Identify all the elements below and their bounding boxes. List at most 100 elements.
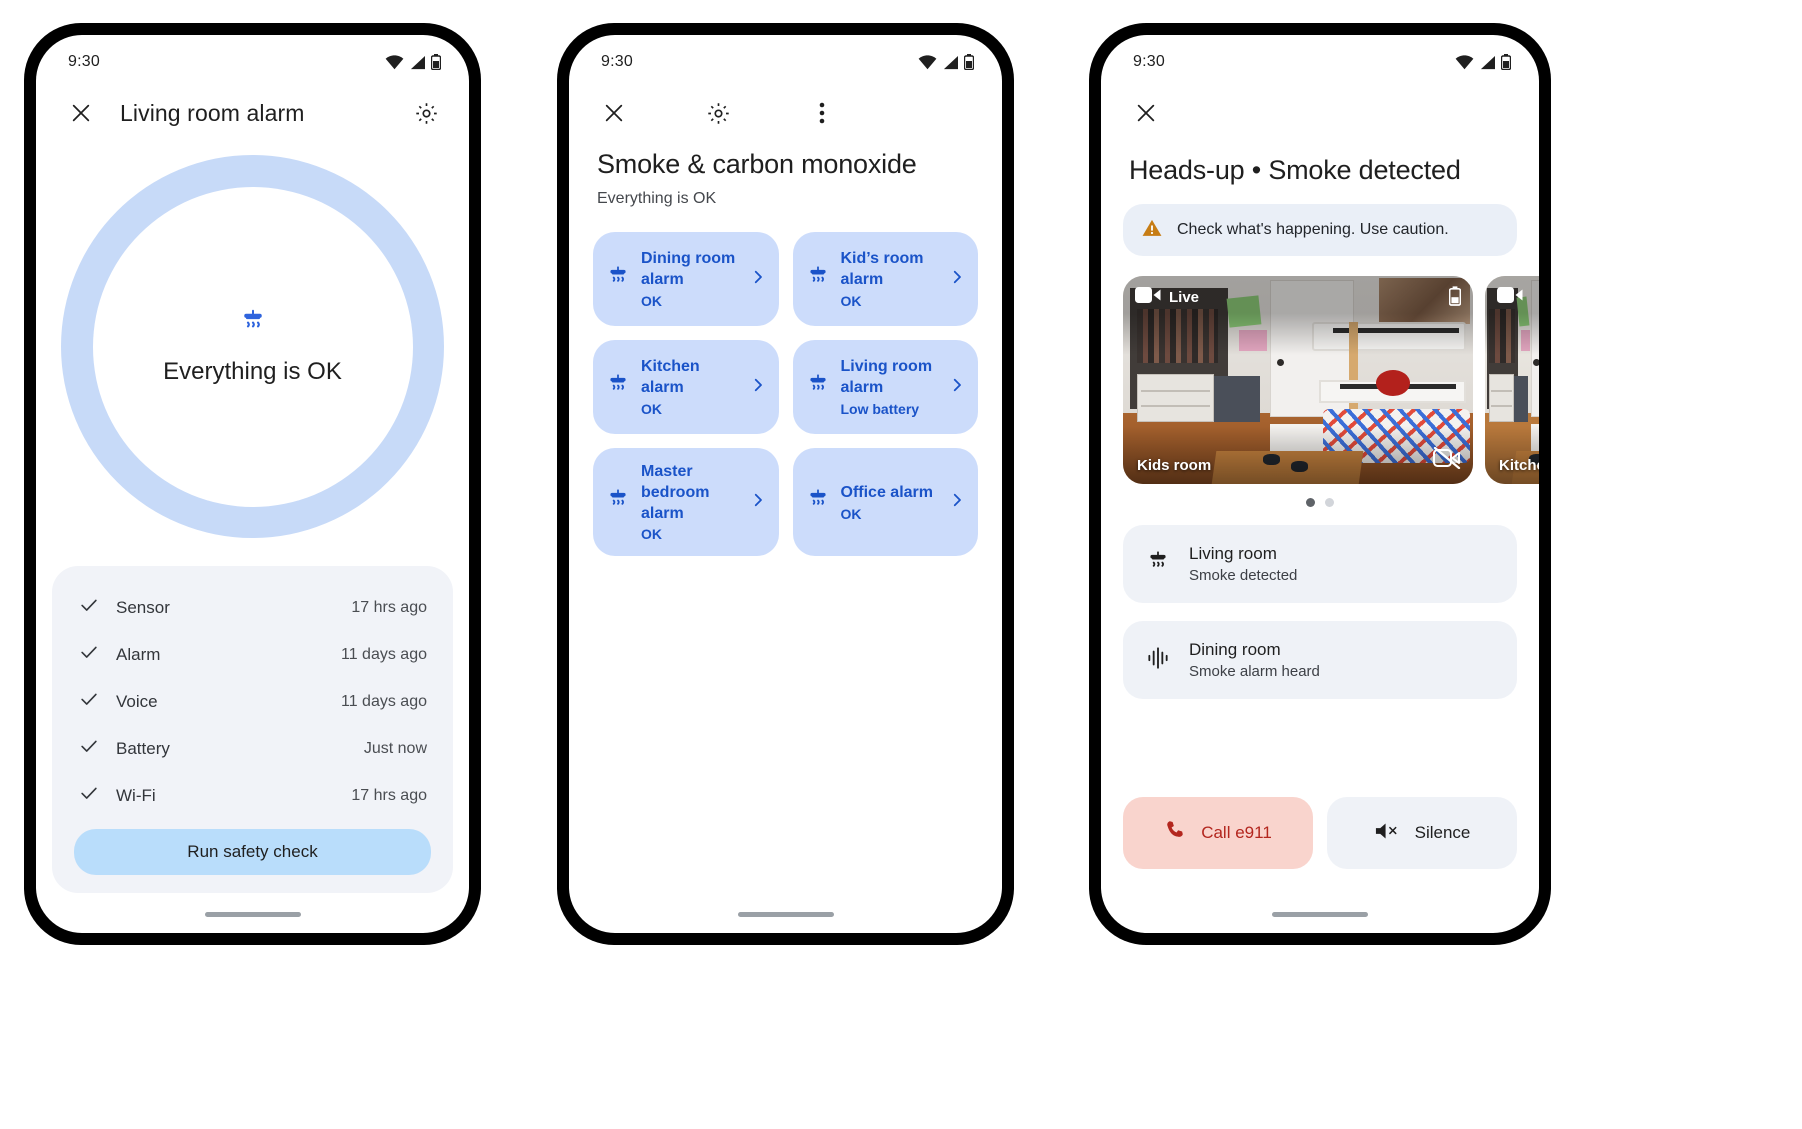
page-title: Smoke & carbon monoxide [597,149,917,179]
status-row: Alarm 11 days ago [66,631,439,678]
device-row-title: Dining room [1189,640,1281,659]
carousel-dots[interactable] [1101,498,1539,507]
chevron-right-icon [948,491,966,514]
page-title: Heads-up • Smoke detected [1129,155,1461,185]
status-row-time: 11 days ago [341,645,427,663]
cell-signal-icon [410,55,425,69]
camera-tile[interactable]: Live Kids room [1123,276,1473,484]
check-icon [78,641,100,668]
alarm-card-name: Master bedroom alarm [641,463,710,522]
battery-icon [964,54,974,70]
status-row-label: Battery [116,738,170,758]
chevron-right-icon [948,268,966,291]
carousel-dot[interactable] [1325,498,1334,507]
device-row-subtitle: Smoke alarm heard [1189,663,1320,680]
video-camera-icon [1497,286,1523,309]
gear-icon[interactable] [701,96,735,130]
check-icon [78,594,100,621]
alarm-card[interactable]: Kid’s room alarm OK [792,232,978,326]
alarm-card-state: Low battery [840,400,920,417]
action-label: Silence [1414,823,1471,842]
smoke-detector-icon [805,264,831,295]
run-safety-check-button[interactable]: Run safety check [74,829,431,875]
status-bar: 9:30 [569,35,1002,79]
camera-name: Kitchen [1499,457,1539,474]
warning-text: Check what's happening. Use caution. [1177,221,1449,238]
alarm-card-name: Living room alarm [840,358,933,396]
carousel-dot[interactable] [1306,498,1315,507]
phone-2-frame: 9:30 Smoke & carbon monoxide Everything … [558,24,1013,944]
status-row-label: Voice [116,691,158,711]
status-bar: 9:30 [1101,35,1539,79]
check-icon [78,782,100,809]
device-row[interactable]: Dining room Smoke alarm heard [1123,621,1517,699]
live-label: Live [1169,289,1200,306]
alarm-card[interactable]: Dining room alarm OK [593,232,779,326]
battery-icon [431,54,441,70]
phone-1-screen: 9:30 Living room alarm Everything is OK … [36,35,469,933]
chevron-right-icon [749,268,767,291]
device-row[interactable]: Living room Smoke detected [1123,525,1517,603]
alarm-card-grid: Dining room alarm OK Kid’s room alarm OK Kit… [569,208,1002,557]
detected-device-list: Living room Smoke detected Dining room Smok… [1101,525,1539,699]
smoke-detector-icon [238,307,268,342]
camera-carousel[interactable]: Live Kids room Kitchen [1101,276,1539,484]
alarm-card-name: Dining room alarm [641,250,736,288]
status-icons [918,54,974,70]
phone-2-app-bar [569,79,1002,133]
page-subtitle: Everything is OK [597,190,717,207]
volume-off-icon [1374,820,1401,847]
chevron-right-icon [948,376,966,399]
cell-signal-icon [1480,55,1495,69]
wifi-icon [918,54,937,69]
phone-3-frame: 9:30 Heads-up • Smoke detected Check wha… [1090,24,1550,944]
alarm-card[interactable]: Master bedroom alarm OK [593,448,779,557]
gear-icon[interactable] [409,96,443,130]
status-time: 9:30 [1133,53,1165,70]
status-time: 9:30 [601,53,633,70]
alarm-card-state: OK [641,292,662,309]
smoke-detector-icon [605,264,631,295]
silence-button[interactable]: Silence [1327,797,1517,869]
smoke-detector-icon [605,372,631,403]
alarm-card-text: Dining room alarm OK [641,249,739,309]
device-row-text: Living room Smoke detected [1189,544,1297,584]
close-icon[interactable] [597,96,631,130]
check-icon [78,735,100,762]
phone-1-frame: 9:30 Living room alarm Everything is OK … [25,24,480,944]
close-icon[interactable] [64,96,98,130]
more-vertical-icon[interactable] [805,96,839,130]
wifi-icon [1455,54,1474,69]
smoke-detector-icon [1145,549,1171,580]
chevron-right-icon [749,376,767,399]
alarm-card[interactable]: Living room alarm Low battery [792,340,978,434]
live-badge: Live [1135,286,1199,309]
camera-name: Kids room [1137,457,1212,474]
alarm-card-name: Kid’s room alarm [840,250,924,288]
status-row-label: Alarm [116,644,161,664]
smoke-detector-icon [805,487,831,518]
sound-wave-icon [1145,645,1171,676]
page-title: Living room alarm [120,99,305,126]
status-icons [385,54,441,70]
status-checks-card: Sensor 17 hrs ago Alarm 11 days ago Voice 11 … [52,566,453,893]
alarm-card[interactable]: Office alarm OK [792,448,978,557]
warning-banner: Check what's happening. Use caution. [1123,204,1517,256]
action-label: Call e911 [1201,823,1272,842]
call-e911-button[interactable]: Call e911 [1123,797,1313,869]
home-indicator [1272,912,1368,917]
status-row-time: 17 hrs ago [351,786,427,804]
alarm-status-ring: Everything is OK [61,155,444,538]
alarm-card-state: OK [641,526,662,543]
camera-tile[interactable]: Kitchen [1485,276,1539,484]
warning-triangle-icon [1141,217,1163,244]
battery-icon [1448,286,1462,311]
phone-icon [1164,819,1187,847]
device-row-title: Living room [1189,544,1277,563]
alarm-card-state: OK [840,292,862,309]
video-off-icon[interactable] [1433,446,1461,474]
close-icon[interactable] [1129,96,1163,130]
status-row-label: Sensor [116,597,170,617]
alarm-card[interactable]: Kitchen alarm OK [593,340,779,434]
status-bar: 9:30 [36,35,469,79]
